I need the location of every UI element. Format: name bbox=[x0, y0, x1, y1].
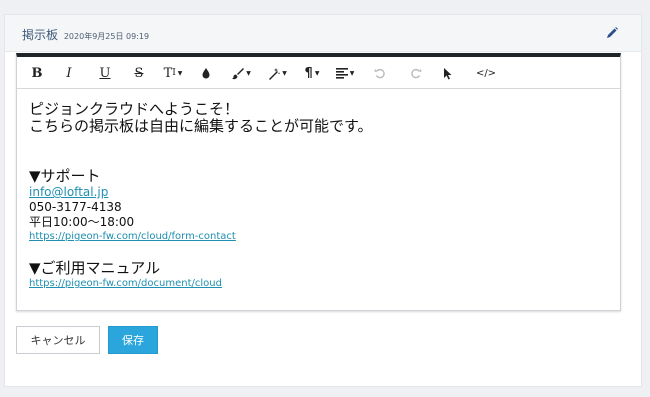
support-email-link[interactable]: info@loftal.jp bbox=[29, 185, 608, 200]
font-size-button[interactable]: T I ▼ bbox=[161, 64, 185, 82]
magic-wand-icon[interactable]: ▼ bbox=[265, 64, 289, 82]
description-line: こちらの掲示板は自由に編集することが可能です。 bbox=[29, 117, 373, 135]
pencil-icon[interactable] bbox=[605, 25, 619, 39]
rich-text-editor[interactable]: B I U S T I ▼ ▼ ▼ ¶ ▼ ▼ </> ピジョンクラウドへようこそ！ … bbox=[16, 53, 621, 311]
strikethrough-button[interactable]: S bbox=[131, 64, 147, 82]
code-view-button[interactable]: </> bbox=[476, 64, 496, 82]
manual-heading: ▼ご利用マニュアル bbox=[29, 259, 161, 277]
cursor-icon[interactable] bbox=[441, 64, 455, 82]
panel-header: 掲示板 2020年9月25日 09:19 bbox=[5, 15, 641, 52]
board-title: 掲示板 bbox=[22, 28, 59, 42]
board-date: 2020年9月25日 09:19 bbox=[63, 32, 150, 41]
welcome-line: ピジョンクラウドへようこそ！ bbox=[29, 100, 240, 118]
manual-link[interactable]: https://pigeon-fw.com/document/cloud bbox=[29, 277, 608, 291]
droplet-icon[interactable] bbox=[199, 64, 213, 82]
support-hours: 平日10:00～18:00 bbox=[29, 215, 135, 229]
save-button[interactable]: 保存 bbox=[108, 326, 158, 354]
align-icon[interactable]: ▼ bbox=[333, 64, 357, 82]
underline-button[interactable]: U bbox=[97, 64, 113, 82]
panel-title: 掲示板 2020年9月25日 09:19 bbox=[22, 26, 149, 43]
support-phone: 050-3177-4138 bbox=[29, 200, 122, 214]
italic-button[interactable]: I bbox=[61, 64, 77, 82]
contact-form-link[interactable]: https://pigeon-fw.com/cloud/form-contact bbox=[29, 230, 608, 244]
editor-content[interactable]: ピジョンクラウドへようこそ！ こちらの掲示板は自由に編集することが可能です。 ▼… bbox=[17, 89, 620, 291]
bold-button[interactable]: B bbox=[29, 64, 45, 82]
cancel-button[interactable]: キャンセル bbox=[16, 326, 100, 354]
undo-icon[interactable] bbox=[373, 64, 387, 82]
brush-icon[interactable]: ▼ bbox=[229, 64, 253, 82]
support-heading: ▼サポート bbox=[29, 167, 101, 185]
paragraph-button[interactable]: ¶ ▼ bbox=[301, 64, 323, 82]
redo-icon[interactable] bbox=[409, 64, 423, 82]
editor-toolbar: B I U S T I ▼ ▼ ▼ ¶ ▼ ▼ </> bbox=[17, 57, 620, 89]
